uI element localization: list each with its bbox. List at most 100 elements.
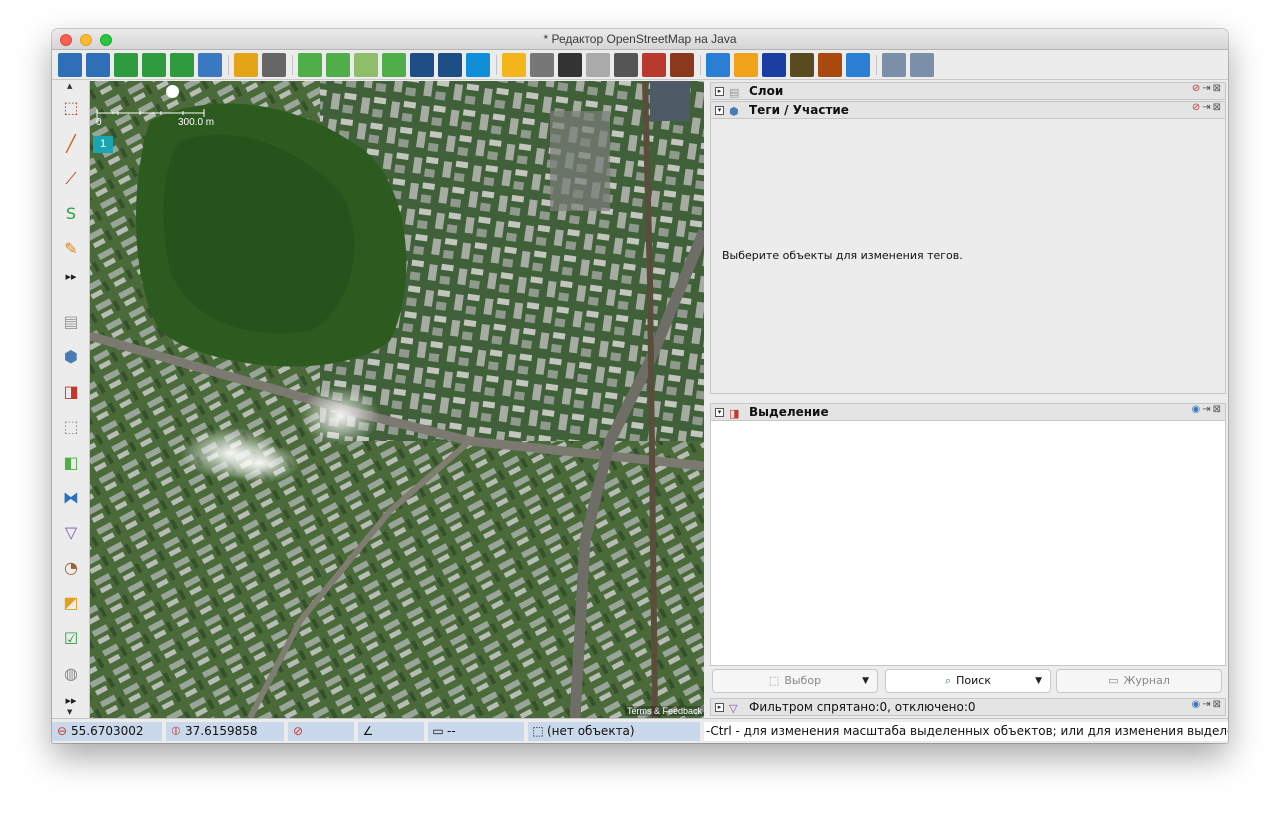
selection-list[interactable] (710, 421, 1226, 666)
layers-panel-header[interactable]: ▸ ▤ Слои ⊘ ⇥ ⊠ (710, 82, 1226, 100)
download-icon[interactable] (114, 53, 138, 77)
hide-panel-icon[interactable]: ⊘ (1192, 83, 1200, 94)
longitude-field[interactable]: ⦶ 37.6159858 (166, 722, 284, 741)
select-button[interactable]: ⬚ Выбор ▼ (712, 669, 878, 693)
expand-icon[interactable]: ▸ (715, 703, 724, 712)
latitude-field[interactable]: ⊖ 55.6703002 (52, 722, 162, 741)
preset-road-alt-icon[interactable] (438, 53, 462, 77)
more-tools-1-icon[interactable]: ▸▸ (59, 264, 83, 288)
zoom-slider-handle[interactable] (166, 85, 179, 98)
tags-panel-title: Теги / Участие (749, 103, 849, 117)
panel-controls: ⊘ ⇥ ⊠ (1190, 102, 1221, 113)
distance-field: ▭ -- (428, 722, 524, 741)
todo-toggle-icon[interactable]: ☑ (59, 626, 83, 650)
conflict-toggle-icon[interactable]: ⧓ (59, 485, 83, 509)
detach-panel-icon[interactable]: ⇥ (1202, 699, 1210, 710)
print-icon[interactable] (326, 53, 350, 77)
search-button[interactable]: ⌕ Поиск ▼ (885, 669, 1051, 693)
attribution-link[interactable]: Terms & Feedback (624, 706, 704, 716)
railway-icon[interactable] (670, 53, 694, 77)
peak-icon[interactable] (818, 53, 842, 77)
wikipedia-toggle-icon[interactable]: ◍ (59, 661, 83, 685)
search-zoom-icon[interactable] (382, 53, 406, 77)
app-window: * Редактор OpenStreetMap на Java ▲ ▼ ⬚ ╱ ⟋… (52, 29, 1228, 743)
map-view[interactable]: 0 300.0 m 1 Terms & Feedback (90, 81, 704, 718)
close-panel-icon[interactable]: ⊠ (1213, 699, 1221, 710)
filter-icon: ▽ (729, 702, 738, 715)
select-icon: ⬚ (768, 674, 780, 687)
validation-toggle-icon[interactable]: ◩ (59, 590, 83, 614)
building-brick-icon[interactable] (642, 53, 666, 77)
highway-yellow-icon[interactable] (502, 53, 526, 77)
bing-imagery-icon[interactable] (466, 53, 490, 77)
improve-way-tool-icon[interactable]: ⟋ (59, 167, 83, 191)
detach-panel-icon[interactable]: ⇥ (1202, 102, 1210, 113)
redo-icon[interactable] (262, 53, 286, 77)
angle-field: ∠ (358, 722, 424, 741)
detach-panel-icon[interactable]: ⇥ (1202, 83, 1210, 94)
selection-panel-header[interactable]: ▾ ◨ Выделение ◉ ⇥ ⊠ (710, 403, 1226, 421)
industrial-icon[interactable] (790, 53, 814, 77)
hide-panel-icon[interactable]: ⊘ (1192, 102, 1200, 113)
close-window-button[interactable] (60, 34, 72, 46)
maximize-window-button[interactable] (100, 34, 112, 46)
waterway-icon[interactable] (846, 53, 870, 77)
draw-line-tool-icon[interactable]: ╱ (59, 131, 83, 155)
detach-panel-icon[interactable]: ⇥ (1202, 404, 1210, 415)
distance-value: -- (447, 724, 456, 738)
close-panel-icon[interactable]: ⊠ (1213, 404, 1221, 415)
traffic-signals-icon[interactable] (614, 53, 638, 77)
collapse-icon[interactable]: ▾ (715, 408, 724, 417)
select-tool-icon[interactable]: ⬚ (59, 95, 83, 119)
history-button[interactable]: ▭ Журнал (1056, 669, 1222, 693)
information-icon[interactable] (762, 53, 786, 77)
layers-panel-title: Слои (749, 84, 784, 98)
accommodation-bed-icon[interactable] (706, 53, 730, 77)
parallel-way-tool-icon[interactable]: S (59, 201, 83, 225)
close-panel-icon[interactable]: ⊠ (1213, 83, 1221, 94)
relation-toggle-icon[interactable]: ⬚ (59, 414, 83, 438)
search-icon: ⌕ (944, 674, 952, 687)
close-panel-icon[interactable]: ⊠ (1213, 102, 1221, 113)
dropdown-arrow-icon[interactable]: ▼ (862, 670, 869, 692)
pencil-tool-icon[interactable]: ✎ (59, 236, 83, 260)
zoom-to-data-icon[interactable] (298, 53, 322, 77)
scroll-up-icon[interactable]: ▲ (67, 82, 72, 90)
selection-toggle-icon[interactable]: ◨ (59, 379, 83, 403)
highway-dark-icon[interactable] (558, 53, 582, 77)
search-button-label: Поиск (956, 674, 991, 687)
preset-road-icon[interactable] (410, 53, 434, 77)
open-file-icon[interactable] (58, 53, 82, 77)
tags-panel-header[interactable]: ▾ ⬢ Теги / Участие ⊘ ⇥ ⊠ (710, 101, 1226, 119)
shop-bag-icon[interactable] (734, 53, 758, 77)
layers-toggle-icon[interactable]: ▤ (59, 309, 83, 333)
download-along-icon[interactable] (142, 53, 166, 77)
show-panel-icon[interactable]: ◉ (1191, 699, 1200, 710)
wms-tms-icon[interactable] (354, 53, 378, 77)
dropdown-arrow-icon[interactable]: ▼ (1035, 670, 1042, 692)
upload-icon[interactable] (170, 53, 194, 77)
layers-icon: ▤ (729, 86, 740, 99)
minimize-window-button[interactable] (80, 34, 92, 46)
object-icon: ⬚ (532, 724, 544, 738)
zoom-in-icon[interactable] (882, 53, 906, 77)
open-location-icon[interactable] (86, 53, 110, 77)
collapse-icon[interactable]: ▾ (715, 106, 724, 115)
highway-light-icon[interactable] (586, 53, 610, 77)
toolbar-separator (876, 55, 877, 75)
preferences-globe-icon[interactable] (198, 53, 222, 77)
commands-toggle-icon[interactable]: ◧ (59, 450, 83, 474)
highway-grey-icon[interactable] (530, 53, 554, 77)
expand-icon[interactable]: ▸ (715, 87, 724, 96)
filter-panel-header[interactable]: ▸ ▽ Фильтром спрятано:0, отключено:0 ◉ ⇥ ⊠ (710, 698, 1226, 716)
undo-icon[interactable] (234, 53, 258, 77)
more-tools-2-icon[interactable]: ▸▸ (59, 688, 83, 712)
panel-controls: ◉ ⇥ ⊠ (1189, 699, 1221, 710)
tags-toggle-icon[interactable]: ⬢ (59, 344, 83, 368)
filter-toggle-icon[interactable]: ▽ (59, 520, 83, 544)
layer-number-badge[interactable]: 1 (93, 136, 113, 153)
panel-controls: ◉ ⇥ ⊠ (1189, 404, 1221, 415)
mapstyle-toggle-icon[interactable]: ◔ (59, 555, 83, 579)
zoom-out-icon[interactable] (910, 53, 934, 77)
show-panel-icon[interactable]: ◉ (1191, 404, 1200, 415)
